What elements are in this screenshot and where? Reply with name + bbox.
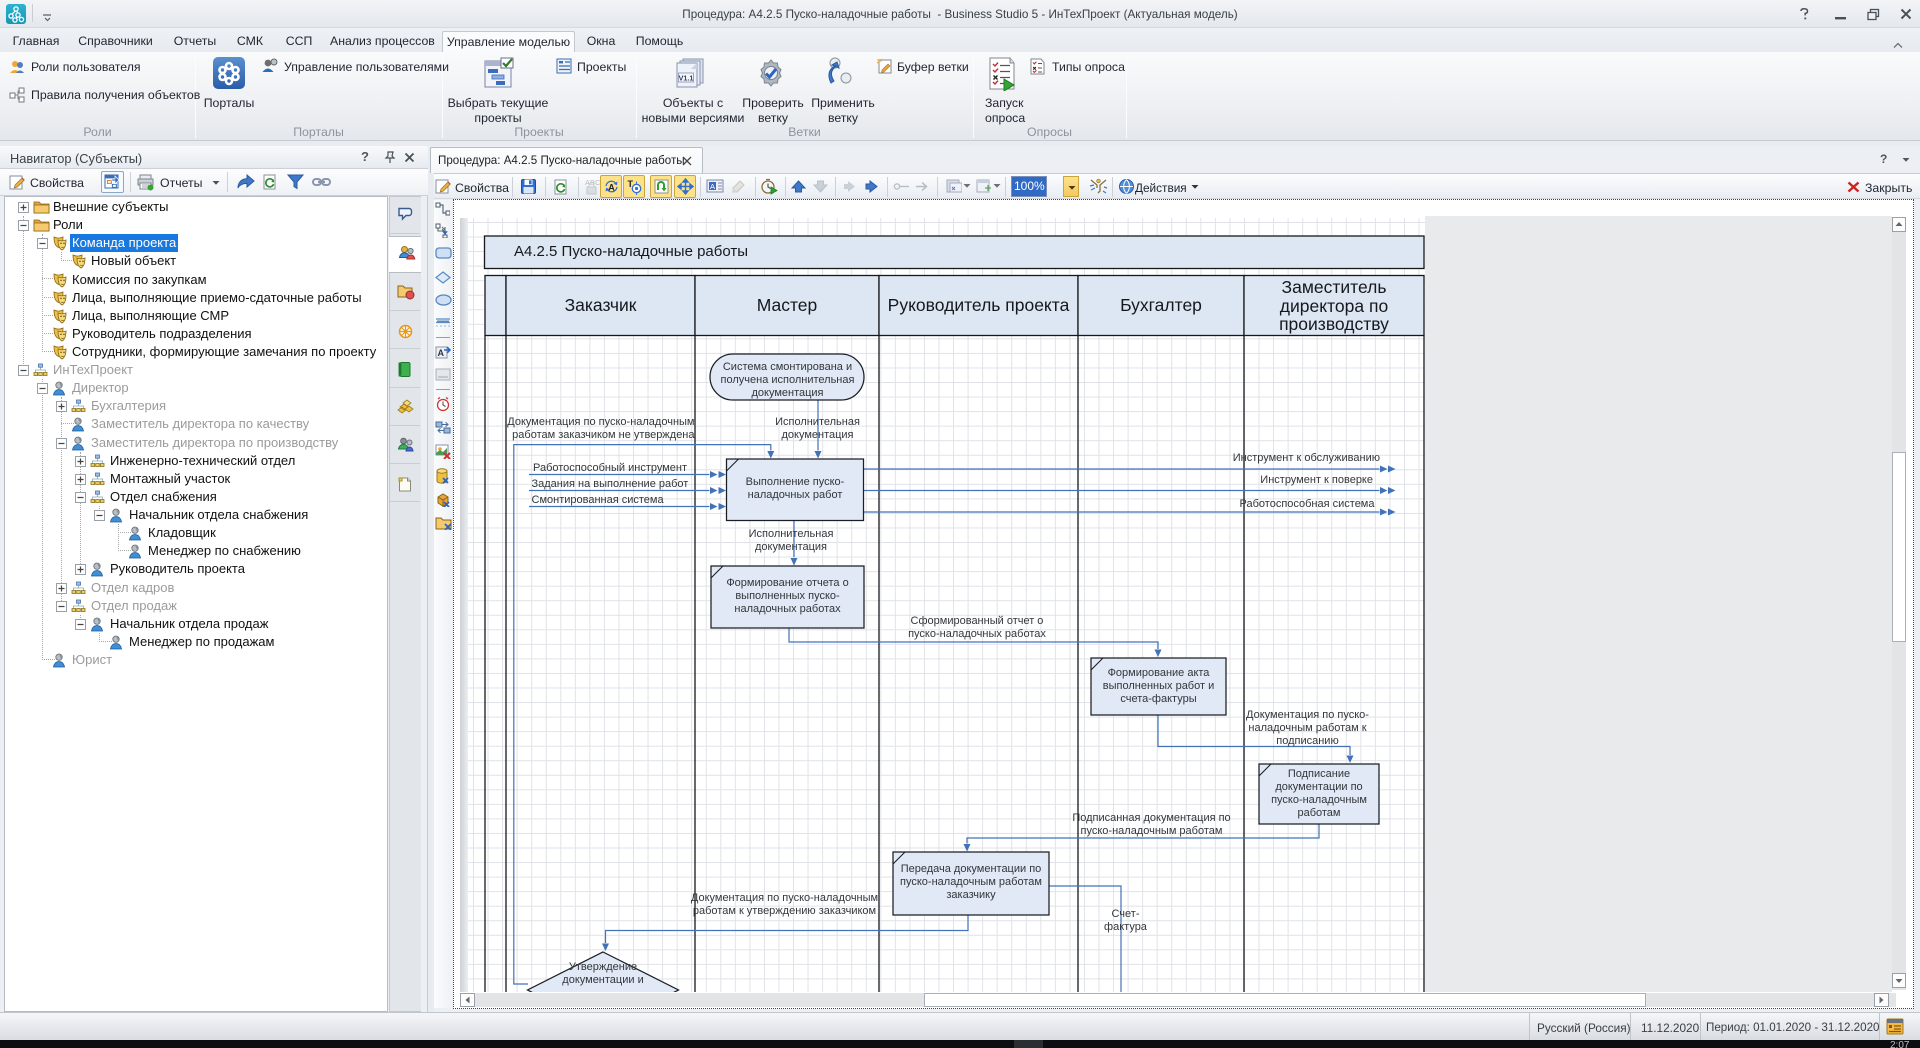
svg-text:V1.1: V1.1	[679, 73, 694, 82]
svg-text:A: A	[608, 183, 615, 193]
svg-text:A: A	[710, 182, 715, 191]
